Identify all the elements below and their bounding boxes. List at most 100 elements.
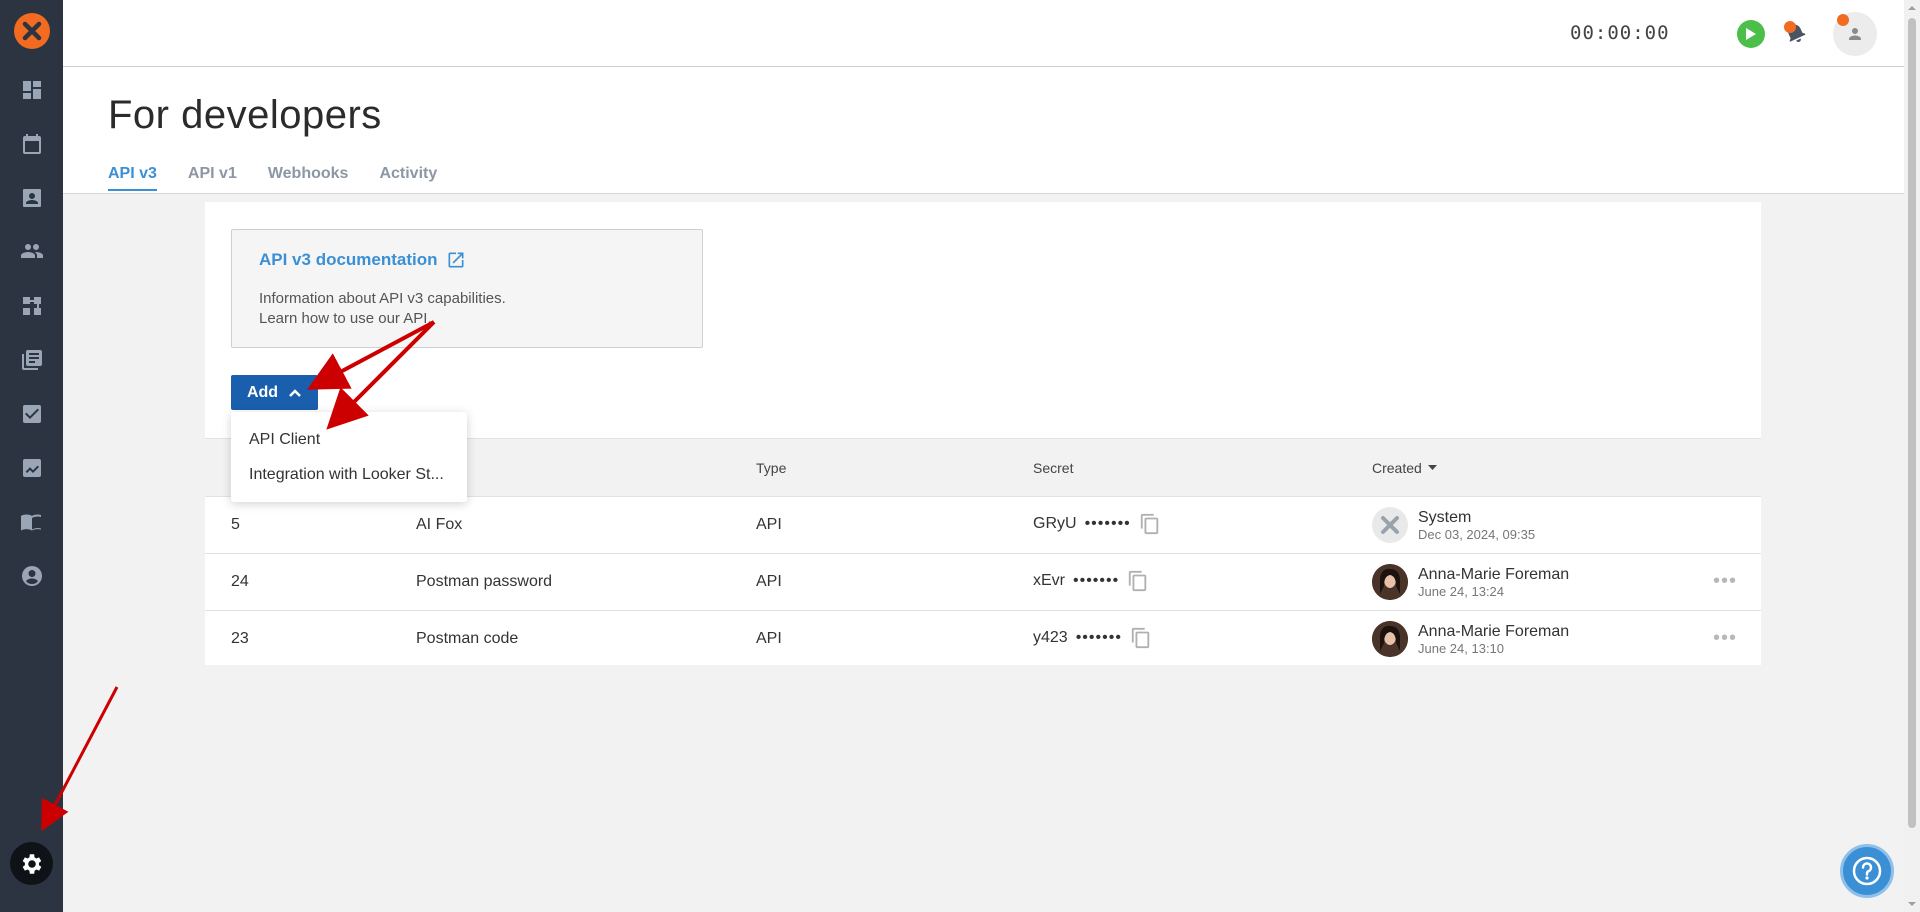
created-by: System: [1418, 509, 1472, 526]
system-logo-icon: [1381, 516, 1399, 534]
row-created: Anna-Marie Foreman June 24, 13:24: [1372, 564, 1569, 600]
external-link-icon: [448, 252, 464, 268]
contacts-icon: [22, 189, 41, 207]
table-row[interactable]: 24 Postman password API xEvr ••••••• Ann…: [205, 553, 1761, 610]
copy-icon[interactable]: [1127, 570, 1149, 592]
row-id: 24: [231, 573, 249, 590]
secret-mask: •••••••: [1073, 572, 1120, 589]
start-timer-button[interactable]: [1737, 20, 1765, 48]
table-row[interactable]: 23 Postman code API y423 ••••••• Anna-Ma…: [205, 610, 1761, 667]
secret-prefix: xEvr: [1033, 572, 1065, 589]
sidebar-item-knowledge-base[interactable]: [0, 502, 63, 542]
column-header-created-label: Created: [1372, 460, 1422, 476]
row-type: API: [756, 516, 782, 533]
created-at: June 24, 13:10: [1418, 641, 1505, 656]
page-scrollbar[interactable]: [1904, 0, 1920, 912]
tab-api-v1[interactable]: API v1: [188, 165, 237, 191]
sort-desc-icon: [1427, 465, 1437, 470]
row-name: Postman password: [416, 573, 553, 590]
scroll-up-arrow-icon[interactable]: [1904, 2, 1920, 14]
question-mark-icon: [1852, 856, 1882, 886]
sidebar-item-profile[interactable]: [0, 556, 63, 596]
users-icon: [20, 244, 43, 258]
row-secret: GRyU •••••••: [1033, 513, 1161, 535]
row-id: 5: [231, 516, 240, 533]
row-created: System Dec 03, 2024, 09:35: [1372, 507, 1535, 543]
tab-webhooks[interactable]: Webhooks: [268, 165, 349, 191]
sidebar-item-workflow[interactable]: [0, 286, 63, 326]
row-type: API: [756, 573, 782, 590]
person-avatar-icon: [1372, 564, 1408, 600]
gear-icon: [22, 853, 41, 874]
secret-mask: •••••••: [1075, 629, 1122, 646]
created-by: Anna-Marie Foreman: [1418, 623, 1570, 640]
chevron-up-icon: [289, 388, 301, 397]
row-created: Anna-Marie Foreman June 24, 13:10: [1372, 621, 1569, 657]
reports-icon: [22, 459, 41, 477]
created-by: Anna-Marie Foreman: [1418, 566, 1570, 583]
avatar: [1372, 621, 1408, 657]
documentation-box: API v3 documentation Information about A…: [231, 229, 703, 348]
sidebar-item-tasks[interactable]: [0, 394, 63, 434]
add-button-label: Add: [246, 383, 279, 401]
notification-badge: [1784, 21, 1796, 33]
row-name: AI Fox: [416, 516, 463, 533]
documentation-description: Information about API v3 capabilities. L…: [259, 289, 506, 329]
sidebar-item-contacts[interactable]: [0, 178, 63, 218]
profile-icon: [21, 566, 42, 586]
tasks-icon: [22, 405, 41, 423]
row-id: 23: [231, 630, 249, 647]
scroll-down-arrow-icon[interactable]: [1904, 898, 1920, 910]
play-icon: [1746, 28, 1756, 40]
add-dropdown-menu: API Client Integration with Looker St...: [231, 412, 467, 502]
user-status-badge: [1837, 14, 1849, 26]
system-avatar: [1372, 507, 1408, 543]
copy-icon[interactable]: [1139, 513, 1161, 535]
created-at: June 24, 13:24: [1418, 584, 1505, 599]
sidebar-item-reports[interactable]: [0, 448, 63, 488]
table-row[interactable]: 5 AI Fox API GRyU ••••••• System Dec 03,…: [205, 496, 1761, 553]
avatar: [1372, 564, 1408, 600]
column-header-created[interactable]: Created: [1372, 460, 1437, 476]
sidebar-item-calendar[interactable]: [0, 124, 63, 164]
time-tracker-display: 00:00:00: [1570, 22, 1670, 44]
knowledge-base-icon: [20, 514, 41, 531]
row-type: API: [756, 630, 782, 647]
documentation-line-1: Information about API v3 capabilities.: [259, 290, 506, 307]
secret-prefix: GRyU: [1033, 515, 1077, 532]
row-secret: y423 •••••••: [1033, 627, 1152, 649]
sidebar-settings-button[interactable]: [10, 842, 53, 885]
sidebar: [0, 0, 63, 912]
workflow-icon: [22, 297, 41, 315]
page-header: For developers API v3 API v1 Webhooks Ac…: [63, 67, 1904, 194]
secret-prefix: y423: [1033, 629, 1068, 646]
api-docs-link[interactable]: API v3 documentation: [259, 250, 466, 270]
secret-mask: •••••••: [1084, 515, 1131, 532]
scrollbar-thumb[interactable]: [1908, 18, 1916, 828]
api-docs-link-label: API v3 documentation: [259, 250, 438, 269]
column-header-secret: Secret: [1033, 460, 1074, 476]
row-secret: xEvr •••••••: [1033, 570, 1149, 592]
sidebar-item-library[interactable]: [0, 340, 63, 380]
library-icon: [21, 350, 42, 370]
row-more-button[interactable]: •••: [1713, 627, 1737, 650]
help-button[interactable]: [1840, 844, 1894, 898]
row-name: Postman code: [416, 630, 519, 647]
row-more-button[interactable]: •••: [1713, 570, 1737, 593]
documentation-line-2: Learn how to use our API.: [259, 310, 432, 327]
sidebar-item-dashboard[interactable]: [0, 70, 63, 110]
copy-icon[interactable]: [1130, 627, 1152, 649]
sidebar-item-users[interactable]: [0, 231, 63, 271]
app-logo-icon[interactable]: [14, 13, 50, 49]
user-icon: [1849, 28, 1861, 40]
tab-api-v3[interactable]: API v3: [108, 165, 157, 191]
tab-activity[interactable]: Activity: [379, 165, 437, 191]
menu-item-looker-integration[interactable]: Integration with Looker St...: [231, 457, 467, 492]
person-avatar-icon: [1372, 621, 1408, 657]
add-button[interactable]: Add: [231, 375, 318, 410]
menu-item-api-client[interactable]: API Client: [231, 422, 467, 457]
created-at: Dec 03, 2024, 09:35: [1418, 527, 1536, 542]
calendar-icon: [22, 134, 41, 154]
tab-bar: API v3 API v1 Webhooks Activity: [108, 165, 437, 191]
column-header-type: Type: [756, 460, 787, 476]
